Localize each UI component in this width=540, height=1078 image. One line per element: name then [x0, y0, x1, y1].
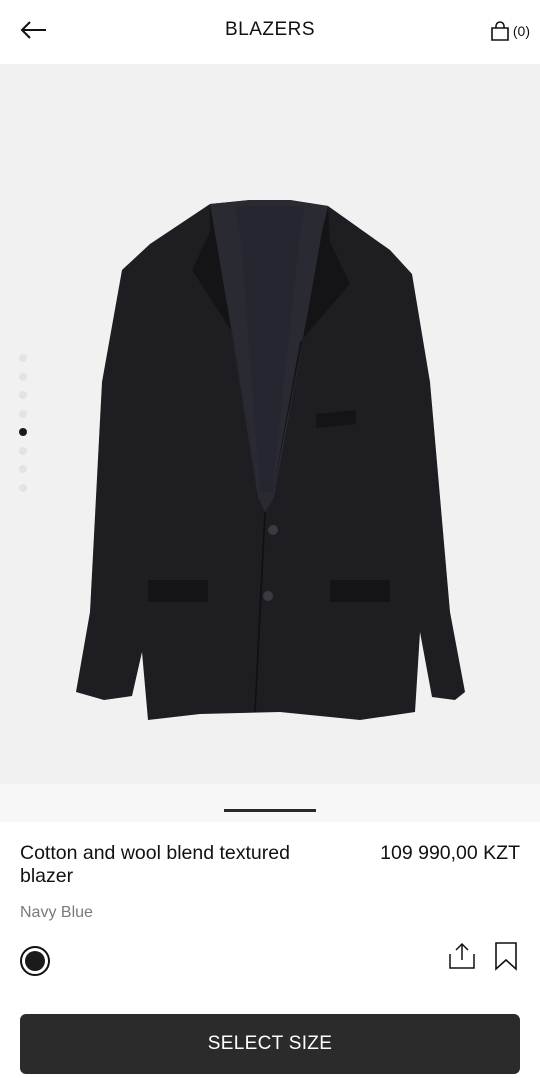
gallery-dot[interactable]	[19, 483, 27, 492]
page-title: BLAZERS	[224, 19, 316, 40]
gallery-dot[interactable]	[19, 354, 27, 362]
product-color-name: Navy Blue	[20, 904, 93, 921]
product-name: Cotton and wool blend textured blazer	[20, 842, 290, 887]
gallery-dot[interactable]	[19, 446, 27, 455]
shopping-bag-icon	[491, 21, 509, 41]
share-icon	[449, 942, 475, 969]
gallery-dot[interactable]	[19, 409, 27, 418]
thumbnail-strip[interactable]	[0, 784, 540, 822]
product-price: 109 990,00 KZT	[380, 842, 520, 864]
product-image	[76, 200, 465, 720]
bookmark-button[interactable]	[492, 940, 520, 972]
bookmark-icon	[495, 942, 517, 971]
gallery-dot[interactable]	[19, 428, 27, 436]
select-size-button[interactable]: SELECT SIZE	[20, 1014, 520, 1074]
gallery-dot[interactable]	[19, 391, 27, 399]
gallery-pagination	[19, 354, 27, 492]
share-button[interactable]	[446, 940, 478, 972]
cart-button[interactable]: (0)	[489, 16, 530, 46]
product-image-gallery[interactable]	[0, 64, 540, 784]
gallery-dot[interactable]	[19, 372, 27, 381]
color-swatch-selected[interactable]	[20, 946, 50, 976]
gallery-dot[interactable]	[19, 465, 27, 473]
color-swatch-fill	[25, 951, 45, 971]
top-bar: BLAZERS (0)	[0, 0, 540, 64]
cart-count: (0)	[512, 23, 530, 39]
thumbnail-scroll-indicator[interactable]	[224, 809, 316, 812]
